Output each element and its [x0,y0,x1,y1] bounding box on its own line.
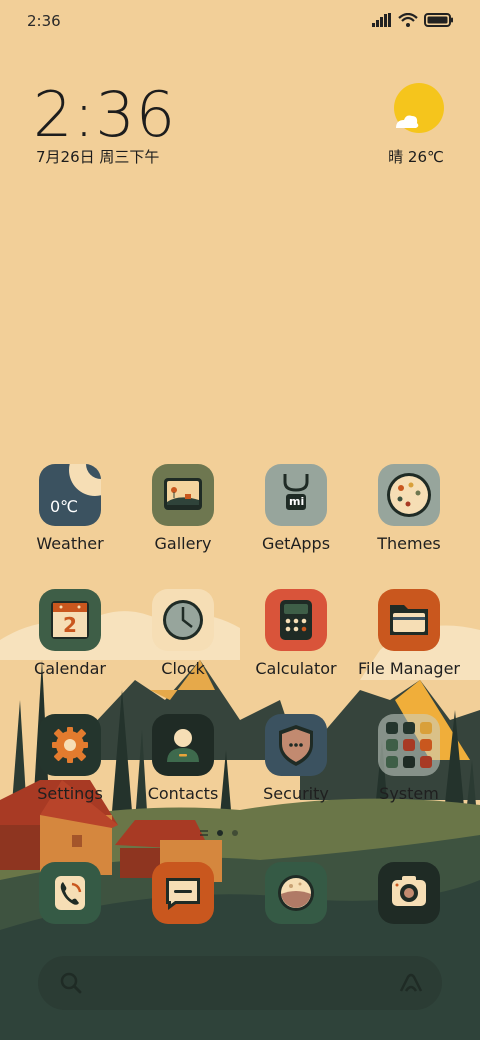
contacts-icon [152,714,214,776]
planet-icon [278,875,314,911]
page-dot [232,830,238,836]
app-calculator[interactable]: Calculator [240,589,352,678]
dock-phone[interactable] [39,862,101,924]
app-label: Gallery [154,534,212,553]
file-manager-icon [378,589,440,651]
message-icon [166,878,200,910]
dock-browser[interactable] [265,862,327,924]
assistant-icon[interactable] [398,971,424,995]
security-icon [265,714,327,776]
app-label: File Manager [358,659,460,678]
app-label: System [379,784,439,803]
app-contacts[interactable]: Contacts [127,714,239,803]
weather-widget[interactable]: 晴 26℃ [385,82,447,167]
app-calendar[interactable]: 2 Calendar [14,589,126,678]
camera-icon [392,876,426,906]
settings-icon [39,714,101,776]
getapps-icon: mi [265,464,327,526]
weather-widget-text: 晴 26℃ [388,148,444,166]
app-label: Settings [37,784,103,803]
clock-widget-time[interactable]: 2:36 [33,78,176,151]
search-icon [60,972,82,994]
signal-icon [372,13,391,27]
page-indicator[interactable] [200,830,238,836]
app-clock[interactable]: Clock [127,589,239,678]
app-security[interactable]: Security [240,714,352,803]
battery-icon [424,13,453,27]
folder-system[interactable]: System [353,714,465,803]
themes-icon [378,464,440,526]
calculator-icon [265,589,327,651]
gallery-icon [152,464,214,526]
search-bar[interactable] [38,956,442,1010]
app-gallery[interactable]: Gallery [127,464,239,553]
app-label: Calculator [255,659,337,678]
status-time: 2:36 [27,12,61,30]
app-label: Weather [36,534,104,553]
dock-camera[interactable] [378,862,440,924]
app-label: Themes [377,534,441,553]
app-label: Calendar [34,659,106,678]
app-weather[interactable]: 0℃ Weather [14,464,126,553]
clock-icon [152,589,214,651]
wifi-icon [398,13,418,27]
app-settings[interactable]: Settings [14,714,126,803]
app-getapps[interactable]: mi GetApps [240,464,352,553]
weather-icon-text: 0℃ [50,497,79,516]
folder-icon [378,714,440,776]
app-label: Contacts [147,784,219,803]
app-label: GetApps [261,534,331,553]
calendar-icon-text: 2 [63,613,77,637]
clock-widget-date: 7月26日 周三下午 [36,148,160,166]
sun-cloud-icon [394,83,444,133]
weather-icon: 0℃ [39,464,101,526]
app-file-manager[interactable]: File Manager [353,589,465,678]
app-label: Clock [161,659,205,678]
getapps-icon-text: mi [289,495,305,508]
app-label: Security [263,784,329,803]
page-dot-active [217,830,223,836]
phone-icon [55,876,85,910]
dock-messages[interactable] [152,862,214,924]
page-indicator-menu [200,830,208,836]
calendar-icon: 2 [39,589,101,651]
status-bar: 2:36 [0,0,480,44]
app-themes[interactable]: Themes [353,464,465,553]
